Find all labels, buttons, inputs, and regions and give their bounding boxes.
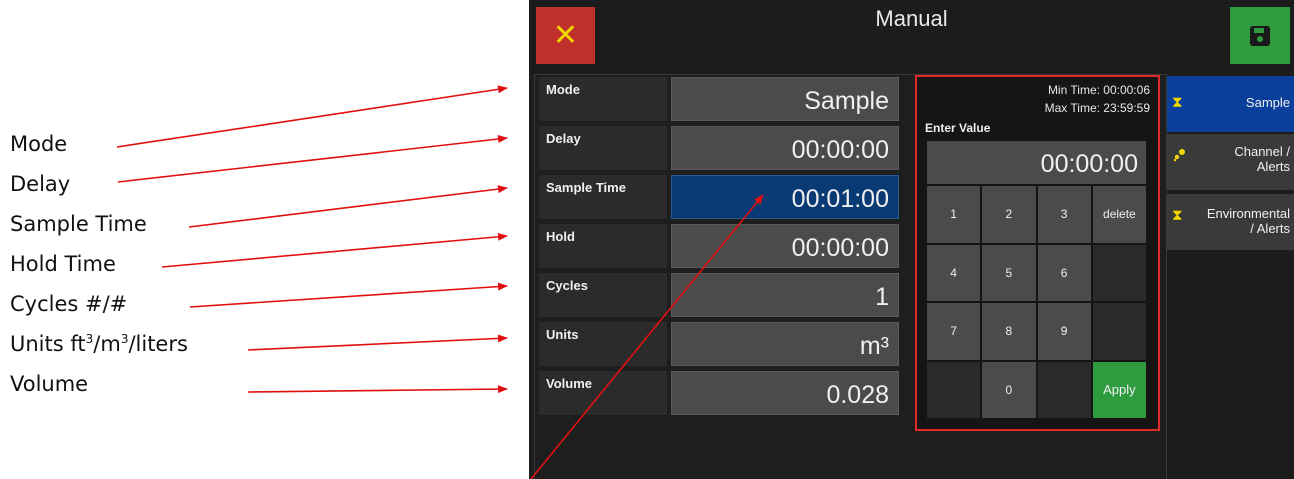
key-8[interactable]: 8 [982,303,1036,360]
field-label-hold: Hold [539,224,667,268]
key-5[interactable]: 5 [982,244,1036,301]
annotation-units: Units ft3/m3/liters [10,332,188,356]
field-label-units: Units [539,322,667,366]
field-row-units: Units m³ [539,322,914,366]
hourglass-icon: ⧗ [1172,207,1183,224]
tab-channel-alerts[interactable]: Channel / Alerts [1167,134,1294,190]
keypad-grid: 1 2 3 delete 4 5 6 7 8 9 0 Apply [927,186,1146,418]
cycles-field[interactable]: 1 [671,273,899,317]
blank-key [927,361,981,418]
delete-key[interactable]: delete [1092,186,1146,243]
blank-key [1092,244,1146,301]
annotation-mode: Mode [10,132,68,156]
volume-field[interactable]: 0.028 [671,371,899,415]
hold-field[interactable]: 00:00:00 [671,224,899,268]
particles-icon [1172,147,1188,167]
field-label-delay: Delay [539,126,667,170]
field-label-mode: Mode [539,77,667,121]
key-6[interactable]: 6 [1037,244,1091,301]
field-row-hold: Hold 00:00:00 [539,224,914,268]
arrow-delay [117,135,508,183]
arrow-units [247,334,508,351]
enter-value-label: Enter Value [925,121,991,135]
tab-environmental-alerts[interactable]: ⧗ Environmental / Alerts [1167,194,1294,250]
tab-sample[interactable]: ⧗ Sample [1167,76,1294,132]
apply-button[interactable]: Apply [1092,361,1146,418]
hourglass-icon: ⧗ [1172,94,1183,111]
save-icon [1250,26,1270,46]
key-1[interactable]: 1 [927,186,981,243]
key-9[interactable]: 9 [1037,303,1091,360]
annotation-volume: Volume [10,372,89,396]
settings-panel: Mode Sample Delay 00:00:00 Sample Time 0… [534,74,1167,479]
save-button[interactable] [1230,7,1290,64]
annotation-cycles: Cycles #/# [10,292,128,316]
key-3[interactable]: 3 [1037,186,1091,243]
max-time-text: Max Time: 23:59:59 [1044,101,1150,115]
field-label-cycles: Cycles [539,273,667,317]
units-field[interactable]: m³ [671,322,899,366]
tab-env-label-2: / Alerts [1250,221,1290,236]
key-2[interactable]: 2 [982,186,1036,243]
arrow-mode [116,85,508,148]
annotation-delay: Delay [10,172,71,196]
min-time-text: Min Time: 00:00:06 [1047,83,1150,97]
keypad-panel: Min Time: 00:00:06 Max Time: 23:59:59 En… [915,75,1160,431]
field-label-volume: Volume [539,371,667,415]
arrow-hold-time [161,232,508,268]
keypad-display: 00:00:00 [927,141,1146,184]
key-0[interactable]: 0 [982,361,1036,418]
field-row-volume: Volume 0.028 [539,371,914,415]
blank-key [1092,303,1146,360]
delay-field[interactable]: 00:00:00 [671,126,899,170]
field-label-sample-time: Sample Time [539,175,667,219]
field-row-mode: Mode Sample [539,77,914,121]
arrow-sample-time [188,185,508,228]
page-title: Manual [875,6,948,31]
field-row-delay: Delay 00:00:00 [539,126,914,170]
field-row-sample-time: Sample Time 00:01:00 [539,175,914,219]
close-icon: ✕ [552,18,579,53]
key-4[interactable]: 4 [927,244,981,301]
annotation-hold-time: Hold Time [10,252,116,276]
close-button[interactable]: ✕ [536,7,595,64]
annotation-sample-time: Sample Time [10,212,147,236]
sample-time-field[interactable]: 00:01:00 [671,175,899,219]
arrow-volume [247,385,508,394]
key-7[interactable]: 7 [927,303,981,360]
field-row-cycles: Cycles 1 [539,273,914,317]
arrow-cycles [189,282,508,308]
tab-env-label-1: Environmental [1206,206,1290,221]
top-bar: Manual ✕ [529,0,1294,72]
device-screen: Manual ✕ Mode Sample Delay 00:00:00 Samp… [529,0,1294,479]
blank-key [1037,361,1091,418]
tab-sample-label: Sample [1245,95,1290,110]
mode-field[interactable]: Sample [671,77,899,121]
